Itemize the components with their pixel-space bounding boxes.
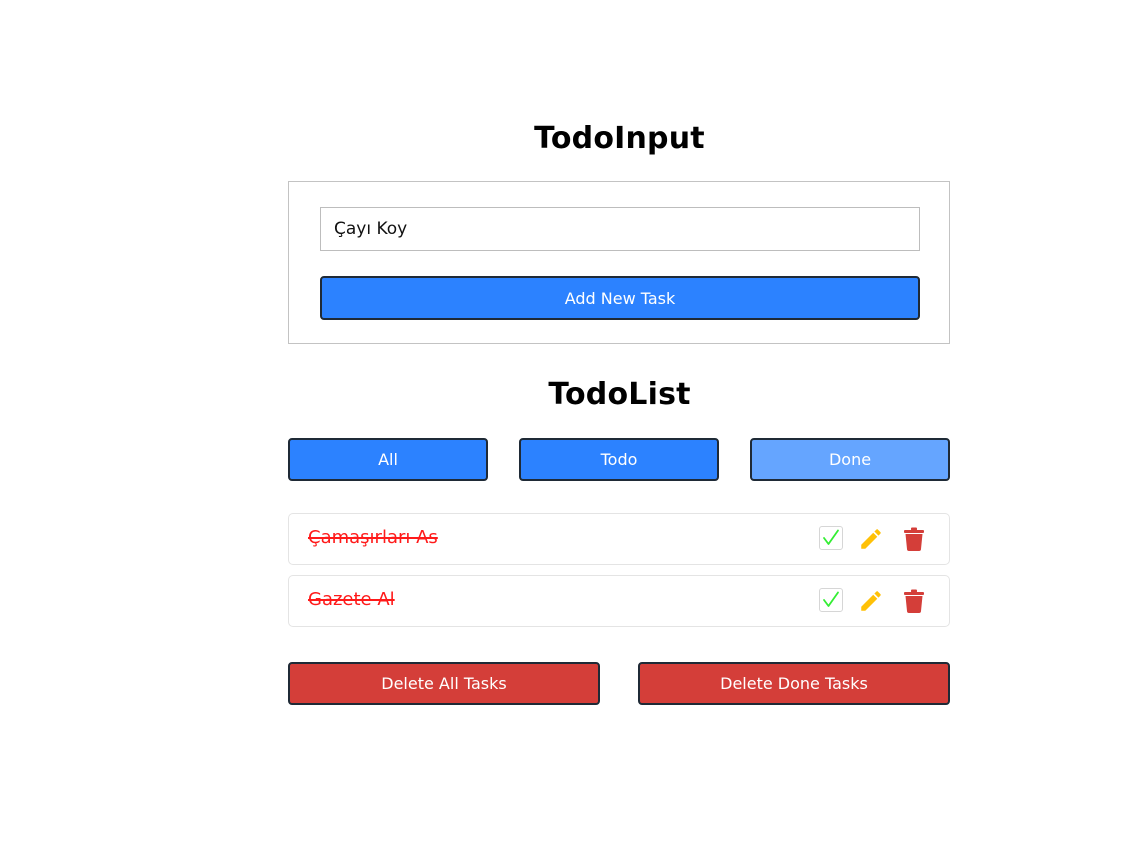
task-text: Çamaşırları As (308, 527, 438, 548)
task-item: Çamaşırları As (288, 513, 950, 565)
task-text: Gazete Al (308, 589, 395, 610)
todo-input-title: TodoInput (534, 121, 705, 156)
filter-all-button[interactable]: All (288, 438, 488, 481)
task-item: Gazete Al (288, 575, 950, 627)
delete-all-tasks-button[interactable]: Delete All Tasks (288, 662, 600, 705)
trash-icon[interactable] (903, 527, 925, 551)
check-icon[interactable] (819, 526, 843, 550)
check-icon[interactable] (819, 588, 843, 612)
filter-done-button[interactable]: Done (750, 438, 950, 481)
add-new-task-button[interactable]: Add New Task (320, 276, 920, 320)
delete-done-tasks-button[interactable]: Delete Done Tasks (638, 662, 950, 705)
todo-list-title: TodoList (548, 377, 691, 412)
task-input[interactable] (320, 207, 920, 251)
trash-icon[interactable] (903, 589, 925, 613)
todo-input-card: Add New Task (288, 181, 950, 344)
pencil-icon[interactable] (858, 526, 884, 552)
pencil-icon[interactable] (858, 588, 884, 614)
filter-todo-button[interactable]: Todo (519, 438, 719, 481)
